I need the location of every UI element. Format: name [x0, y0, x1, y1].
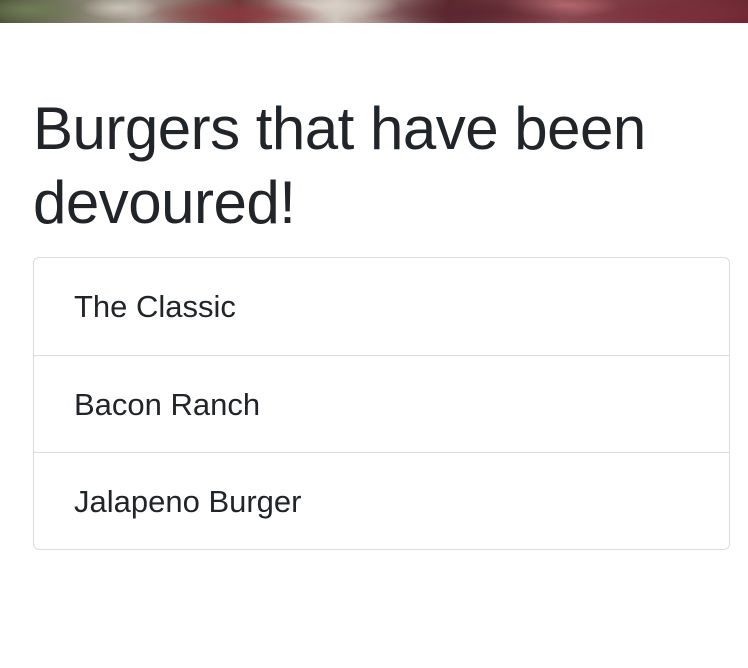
list-item: Jalapeno Burger — [34, 452, 729, 549]
devoured-burgers-list: The Classic Bacon Ranch Jalapeno Burger — [33, 257, 730, 550]
page-title: Burgers that have been devoured! — [33, 95, 646, 236]
list-item: The Classic — [74, 289, 236, 324]
hero-image-strip — [0, 0, 748, 23]
list-item: Bacon Ranch — [34, 355, 729, 452]
